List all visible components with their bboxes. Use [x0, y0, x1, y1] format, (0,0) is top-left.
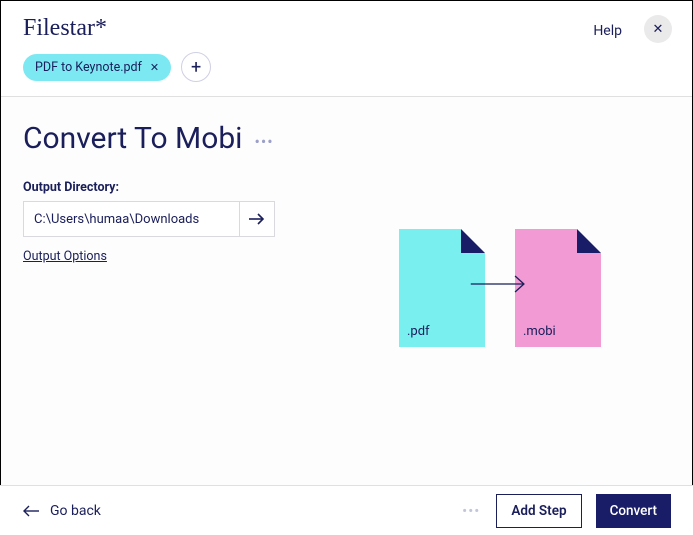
file-chip[interactable]: PDF to Keynote.pdf ✕ — [23, 54, 171, 81]
close-icon: ✕ — [653, 22, 664, 37]
output-dir-label: Output Directory: — [23, 180, 670, 195]
app-logo: Filestar* — [23, 15, 107, 42]
output-options-link[interactable]: Output Options — [23, 249, 107, 264]
help-link[interactable]: Help — [593, 23, 622, 39]
output-dir-browse-button[interactable] — [239, 201, 275, 237]
conversion-diagram: .pdf .mobi — [399, 229, 601, 347]
footer-menu-button[interactable]: ••• — [462, 502, 480, 520]
output-dir-input[interactable] — [23, 201, 239, 237]
arrow-left-icon — [22, 505, 40, 517]
target-ext-label: .mobi — [523, 324, 556, 339]
close-button[interactable]: ✕ — [644, 15, 672, 43]
go-back-button[interactable]: Go back — [22, 503, 101, 519]
page-title: Convert To Mobi — [23, 121, 242, 156]
arrow-right-icon — [248, 212, 266, 226]
arrow-right-icon — [469, 273, 531, 295]
title-menu-button[interactable]: ••• — [254, 132, 273, 151]
file-chip-remove-icon[interactable]: ✕ — [150, 61, 159, 74]
add-step-button[interactable]: Add Step — [496, 494, 581, 528]
add-file-button[interactable]: + — [181, 52, 211, 82]
file-chip-label: PDF to Keynote.pdf — [35, 60, 142, 75]
go-back-label: Go back — [50, 503, 101, 519]
source-ext-label: .pdf — [407, 324, 430, 339]
convert-button[interactable]: Convert — [596, 494, 671, 528]
plus-icon: + — [191, 57, 201, 78]
ellipsis-icon: ••• — [254, 132, 273, 151]
ellipsis-icon: ••• — [462, 502, 480, 520]
